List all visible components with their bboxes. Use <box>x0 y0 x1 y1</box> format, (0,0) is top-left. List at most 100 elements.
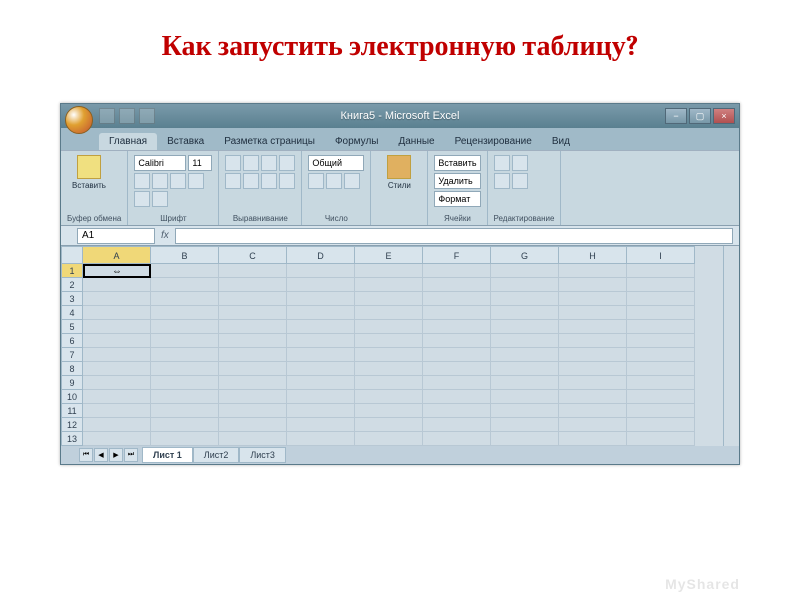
comma-button[interactable] <box>344 173 360 189</box>
sheet-nav-last[interactable]: ⏭ <box>124 448 138 462</box>
group-font: Calibri 11 Шрифт <box>128 151 219 225</box>
row-header-10[interactable]: 10 <box>61 390 83 404</box>
find-button[interactable] <box>512 173 528 189</box>
tab-layout[interactable]: Разметка страницы <box>214 133 325 150</box>
formula-input[interactable] <box>175 228 733 244</box>
row-header-13[interactable]: 13 <box>61 432 83 446</box>
row-header-11[interactable]: 11 <box>61 404 83 418</box>
row-header-1[interactable]: 1 <box>61 264 83 278</box>
align-top-button[interactable] <box>225 155 241 171</box>
font-name-select[interactable]: Calibri <box>134 155 186 171</box>
row-header-6[interactable]: 6 <box>61 334 83 348</box>
redo-icon[interactable] <box>139 108 155 124</box>
sheet-tab-2[interactable]: Лист2 <box>193 447 240 463</box>
number-format-select[interactable]: Общий <box>308 155 364 171</box>
vertical-scrollbar[interactable] <box>723 246 739 446</box>
bold-button[interactable] <box>134 173 150 189</box>
col-header-d[interactable]: D <box>287 246 355 264</box>
col-header-i[interactable]: I <box>627 246 695 264</box>
column-headers: A B C D E F G H I <box>83 246 723 264</box>
titlebar: Книга5 - Microsoft Excel − ▢ × <box>61 104 739 128</box>
page-title: Как запустить электронную таблицу? <box>0 0 800 103</box>
sum-button[interactable] <box>494 155 510 171</box>
sheet-tabs-bar: ⏮ ◀ ▶ ⏭ Лист 1 Лист2 Лист3 <box>61 446 739 464</box>
styles-button[interactable]: Стили <box>377 155 421 190</box>
currency-button[interactable] <box>308 173 324 189</box>
underline-button[interactable] <box>170 173 186 189</box>
undo-icon[interactable] <box>119 108 135 124</box>
fill-color-button[interactable] <box>134 191 150 207</box>
col-header-c[interactable]: C <box>219 246 287 264</box>
row-header-8[interactable]: 8 <box>61 362 83 376</box>
name-box[interactable]: A1 <box>77 228 155 244</box>
save-icon[interactable] <box>99 108 115 124</box>
sheet-nav-first[interactable]: ⏮ <box>79 448 93 462</box>
font-size-select[interactable]: 11 <box>188 155 212 171</box>
format-cells-button[interactable]: Формат <box>434 191 480 207</box>
quick-access-toolbar <box>99 108 155 124</box>
col-header-b[interactable]: B <box>151 246 219 264</box>
tab-view[interactable]: Вид <box>542 133 580 150</box>
col-header-h[interactable]: H <box>559 246 627 264</box>
watermark: MyShared <box>665 576 740 592</box>
sort-button[interactable] <box>512 155 528 171</box>
col-header-e[interactable]: E <box>355 246 423 264</box>
tab-data[interactable]: Данные <box>388 133 444 150</box>
tab-insert[interactable]: Вставка <box>157 133 214 150</box>
tab-formulas[interactable]: Формулы <box>325 133 389 150</box>
excel-window: Книга5 - Microsoft Excel − ▢ × Главная В… <box>60 103 740 465</box>
row-header-5[interactable]: 5 <box>61 320 83 334</box>
row-header-7[interactable]: 7 <box>61 348 83 362</box>
border-button[interactable] <box>188 173 204 189</box>
tab-review[interactable]: Рецензирование <box>445 133 542 150</box>
tab-home[interactable]: Главная <box>99 133 157 150</box>
sheet-nav-next[interactable]: ▶ <box>109 448 123 462</box>
maximize-button[interactable]: ▢ <box>689 108 711 124</box>
col-header-f[interactable]: F <box>423 246 491 264</box>
sheet-nav-prev[interactable]: ◀ <box>94 448 108 462</box>
col-header-g[interactable]: G <box>491 246 559 264</box>
row-header-9[interactable]: 9 <box>61 376 83 390</box>
cells-area[interactable]: ⇔ <box>83 264 723 446</box>
insert-cells-button[interactable]: Вставить <box>434 155 480 171</box>
row-headers: 1 2 3 4 5 6 7 8 9 10 11 12 13 <box>61 246 83 446</box>
merge-button[interactable] <box>279 173 295 189</box>
select-all-corner[interactable] <box>61 246 83 264</box>
align-middle-button[interactable] <box>243 155 259 171</box>
group-number: Общий Число <box>302 151 371 225</box>
row-header-3[interactable]: 3 <box>61 292 83 306</box>
delete-cells-button[interactable]: Удалить <box>434 173 480 189</box>
fill-button[interactable] <box>494 173 510 189</box>
sheet-tab-1[interactable]: Лист 1 <box>142 447 193 463</box>
close-button[interactable]: × <box>713 108 735 124</box>
sheet-tab-3[interactable]: Лист3 <box>239 447 286 463</box>
window-controls: − ▢ × <box>665 108 735 124</box>
worksheet-grid: 1 2 3 4 5 6 7 8 9 10 11 12 13 A B C D E … <box>61 246 739 446</box>
group-styles: Стили <box>371 151 428 225</box>
ribbon: Вставить Буфер обмена Calibri 11 <box>61 150 739 226</box>
office-button[interactable] <box>65 106 93 134</box>
row-header-2[interactable]: 2 <box>61 278 83 292</box>
align-right-button[interactable] <box>261 173 277 189</box>
fx-icon[interactable]: fx <box>161 230 169 241</box>
group-clipboard: Вставить Буфер обмена <box>61 151 128 225</box>
formula-bar: A1 fx <box>61 226 739 246</box>
minimize-button[interactable]: − <box>665 108 687 124</box>
ribbon-tabs: Главная Вставка Разметка страницы Формул… <box>61 128 739 150</box>
col-header-a[interactable]: A <box>83 246 151 264</box>
group-cells: Вставить Удалить Формат Ячейки <box>428 151 487 225</box>
group-alignment: Выравнивание <box>219 151 302 225</box>
row-header-4[interactable]: 4 <box>61 306 83 320</box>
italic-button[interactable] <box>152 173 168 189</box>
font-color-button[interactable] <box>152 191 168 207</box>
percent-button[interactable] <box>326 173 342 189</box>
row-header-12[interactable]: 12 <box>61 418 83 432</box>
paste-button[interactable]: Вставить <box>67 155 111 190</box>
align-center-button[interactable] <box>243 173 259 189</box>
wrap-text-button[interactable] <box>279 155 295 171</box>
window-title: Книга5 - Microsoft Excel <box>341 110 460 122</box>
styles-icon <box>387 155 411 179</box>
group-editing: Редактирование <box>488 151 562 225</box>
align-left-button[interactable] <box>225 173 241 189</box>
align-bottom-button[interactable] <box>261 155 277 171</box>
